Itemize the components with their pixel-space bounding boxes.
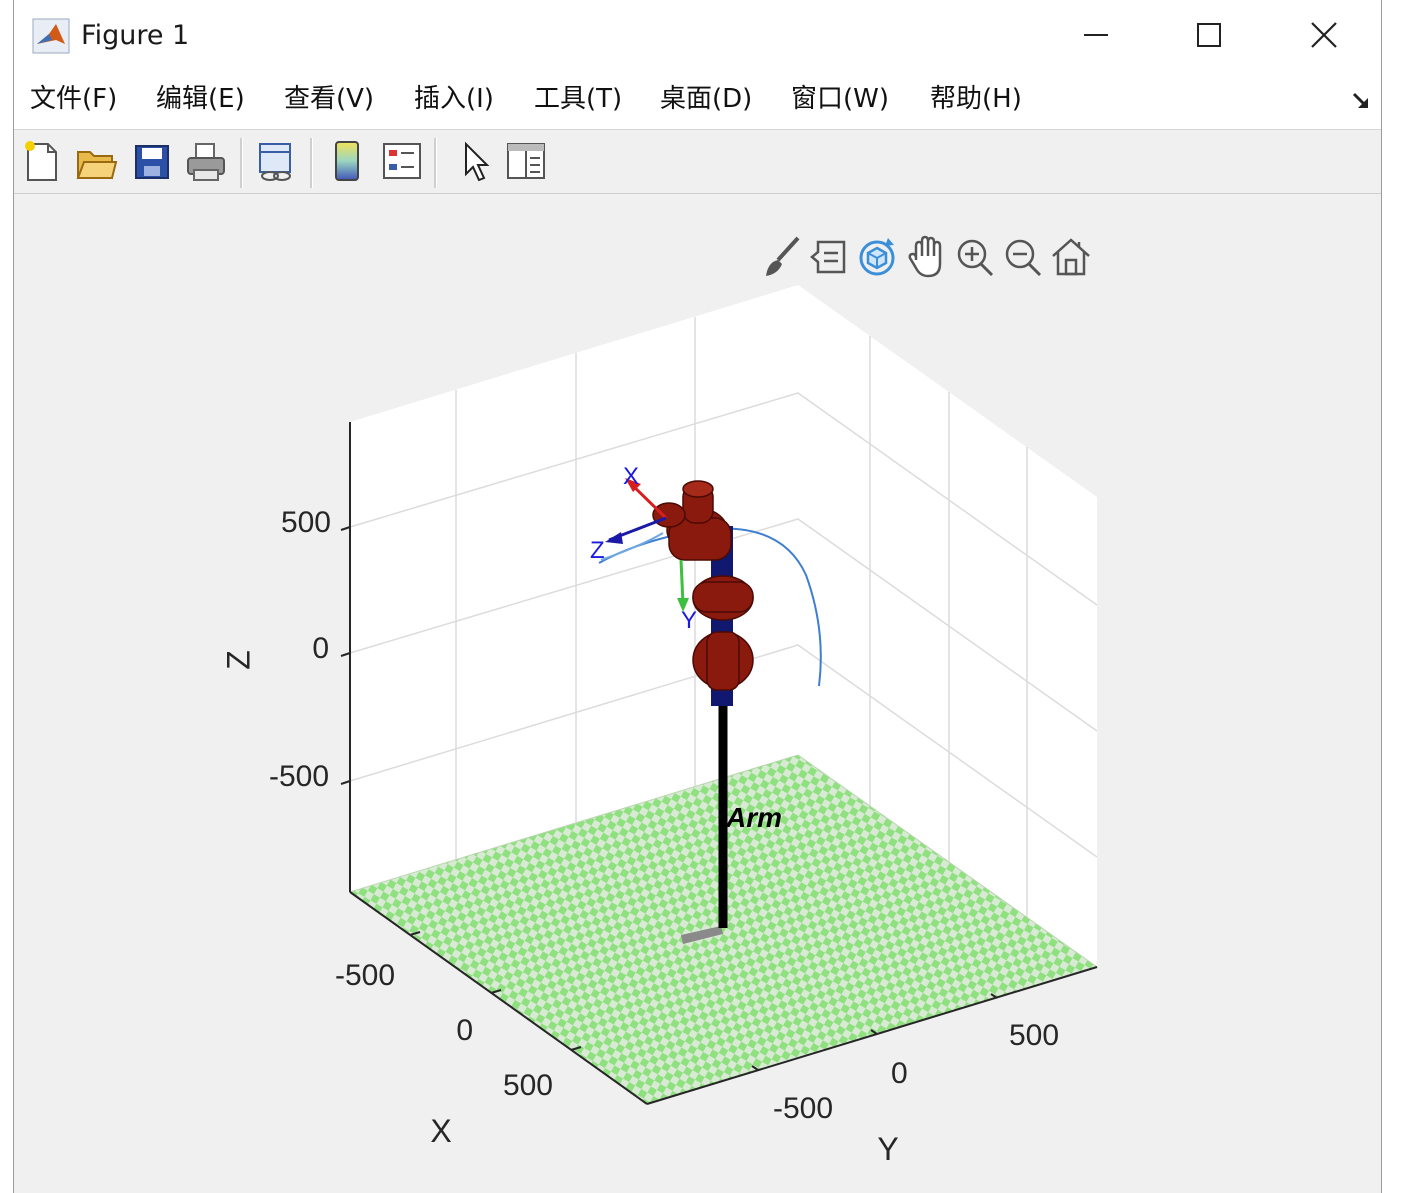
z-tick-label: 0 [312,632,329,665]
frame-z-label: Z [590,537,605,564]
z-tick-label: -500 [269,760,329,793]
x-tick-label: 0 [456,1014,473,1047]
x-tick-label: -500 [335,959,395,992]
y-tick-label: 500 [1009,1019,1059,1052]
x-axis-label: X [430,1113,451,1149]
y-axis-label: Y [877,1131,898,1167]
x-tick-label: 500 [503,1069,553,1102]
y-tick-label: 0 [891,1057,908,1090]
robot-name-label: Arm [725,802,782,833]
frame-y-label: Y [681,607,697,634]
figure-window: Figure 1 文件(F) 编辑(E) 查看(V) 插入(I) 工具(T) 桌… [13,0,1382,1193]
z-tick-label: 500 [281,506,331,539]
frame-x-label: X [623,463,639,490]
axes-3d[interactable]: 500 0 -500 -500 0 500 500 0 -500 Z X Y X… [14,0,1383,1193]
y-tick-label: -500 [773,1092,833,1125]
z-axis-label: Z [220,650,256,670]
